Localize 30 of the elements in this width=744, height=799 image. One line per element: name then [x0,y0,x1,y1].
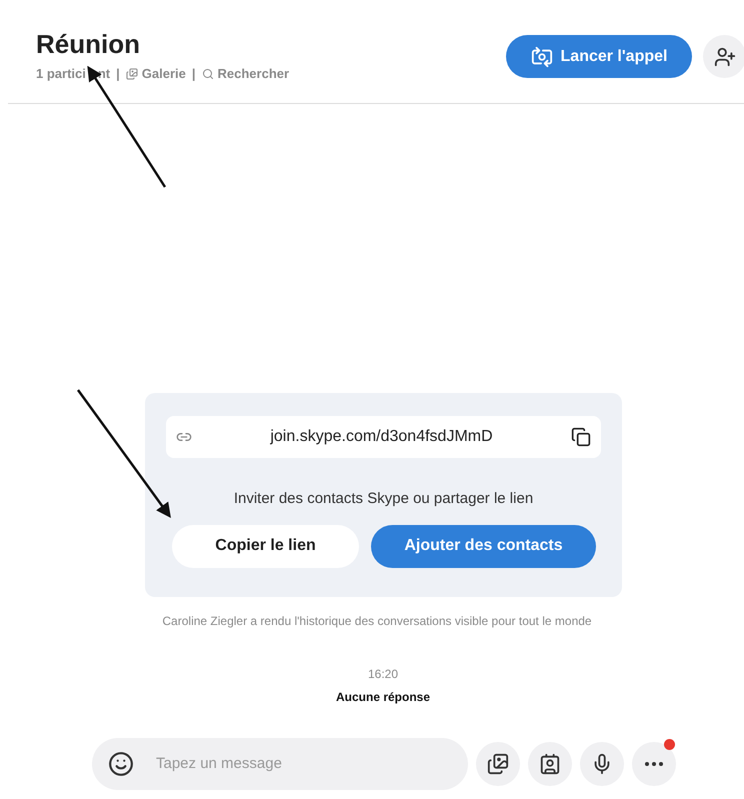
image-file-icon [487,753,509,775]
link-field[interactable]: join.skype.com/d3on4fsdJMmD [166,416,601,458]
call-status: Aucune réponse [334,689,432,706]
history-notice: Caroline Ziegler a rendu l'historique des conversations visible pour tout le monde [161,613,593,630]
gallery-link[interactable]: Galerie [126,64,186,84]
message-time: 16:20 [366,666,400,683]
message-input[interactable]: Tapez un message [92,738,468,790]
add-participant-button[interactable] [703,35,744,78]
emoji-icon [108,751,134,777]
add-person-icon [714,46,736,68]
separator: | [192,65,196,83]
start-call-button[interactable]: Lancer l'appel [506,35,692,78]
copy-icon [571,427,591,447]
message-field[interactable]: Tapez un message [156,752,416,776]
chat-title: Réunion [36,28,141,60]
meeting-link[interactable]: join.skype.com/d3on4fsdJMmD [270,425,493,449]
search-link[interactable]: Rechercher [202,64,290,84]
invite-prompt: Inviter des contacts Skype ou partager le lien [232,489,534,509]
copy-link-button[interactable]: Copier le lien [172,524,359,568]
contact-card-icon [539,753,561,775]
participant-count[interactable]: 1 partici [36,64,86,84]
contact-card-button[interactable] [528,742,572,786]
media-button[interactable] [476,742,520,786]
gallery-icon [126,68,138,80]
more-icon [645,762,663,766]
search-icon [202,68,214,80]
separator: | [116,65,120,83]
add-contacts-button[interactable]: Ajouter des contacts [371,524,596,568]
microphone-button[interactable] [580,742,624,786]
more-button[interactable] [632,742,676,786]
